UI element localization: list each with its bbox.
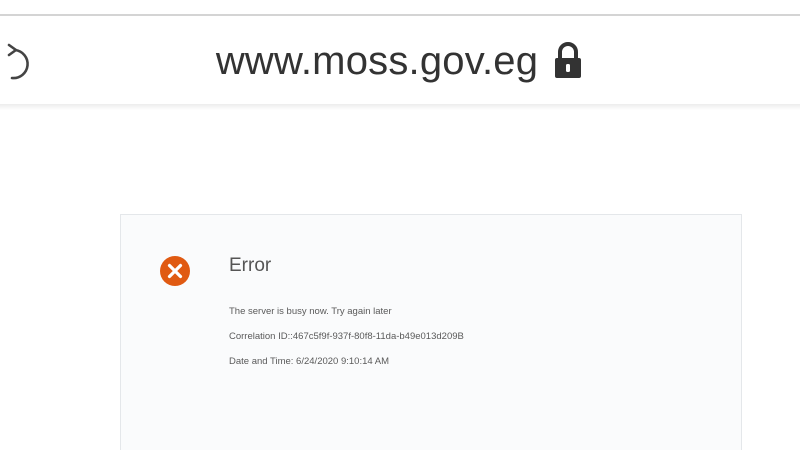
- error-panel: Error The server is busy now. Try again …: [120, 214, 742, 450]
- error-x-icon: [159, 255, 191, 287]
- error-message: The server is busy now. Try again later: [229, 306, 392, 317]
- url-field[interactable]: www.moss.gov.eg: [0, 36, 800, 86]
- address-bar-divider: [0, 104, 800, 110]
- url-text[interactable]: www.moss.gov.eg: [216, 39, 538, 84]
- correlation-id: Correlation ID::467c5f9f-937f-80f8-11da-…: [229, 331, 464, 342]
- error-title: Error: [229, 255, 272, 276]
- browser-address-bar: www.moss.gov.eg: [0, 16, 800, 106]
- error-datetime: Date and Time: 6/24/2020 9:10:14 AM: [229, 356, 390, 367]
- lock-icon: [552, 40, 584, 82]
